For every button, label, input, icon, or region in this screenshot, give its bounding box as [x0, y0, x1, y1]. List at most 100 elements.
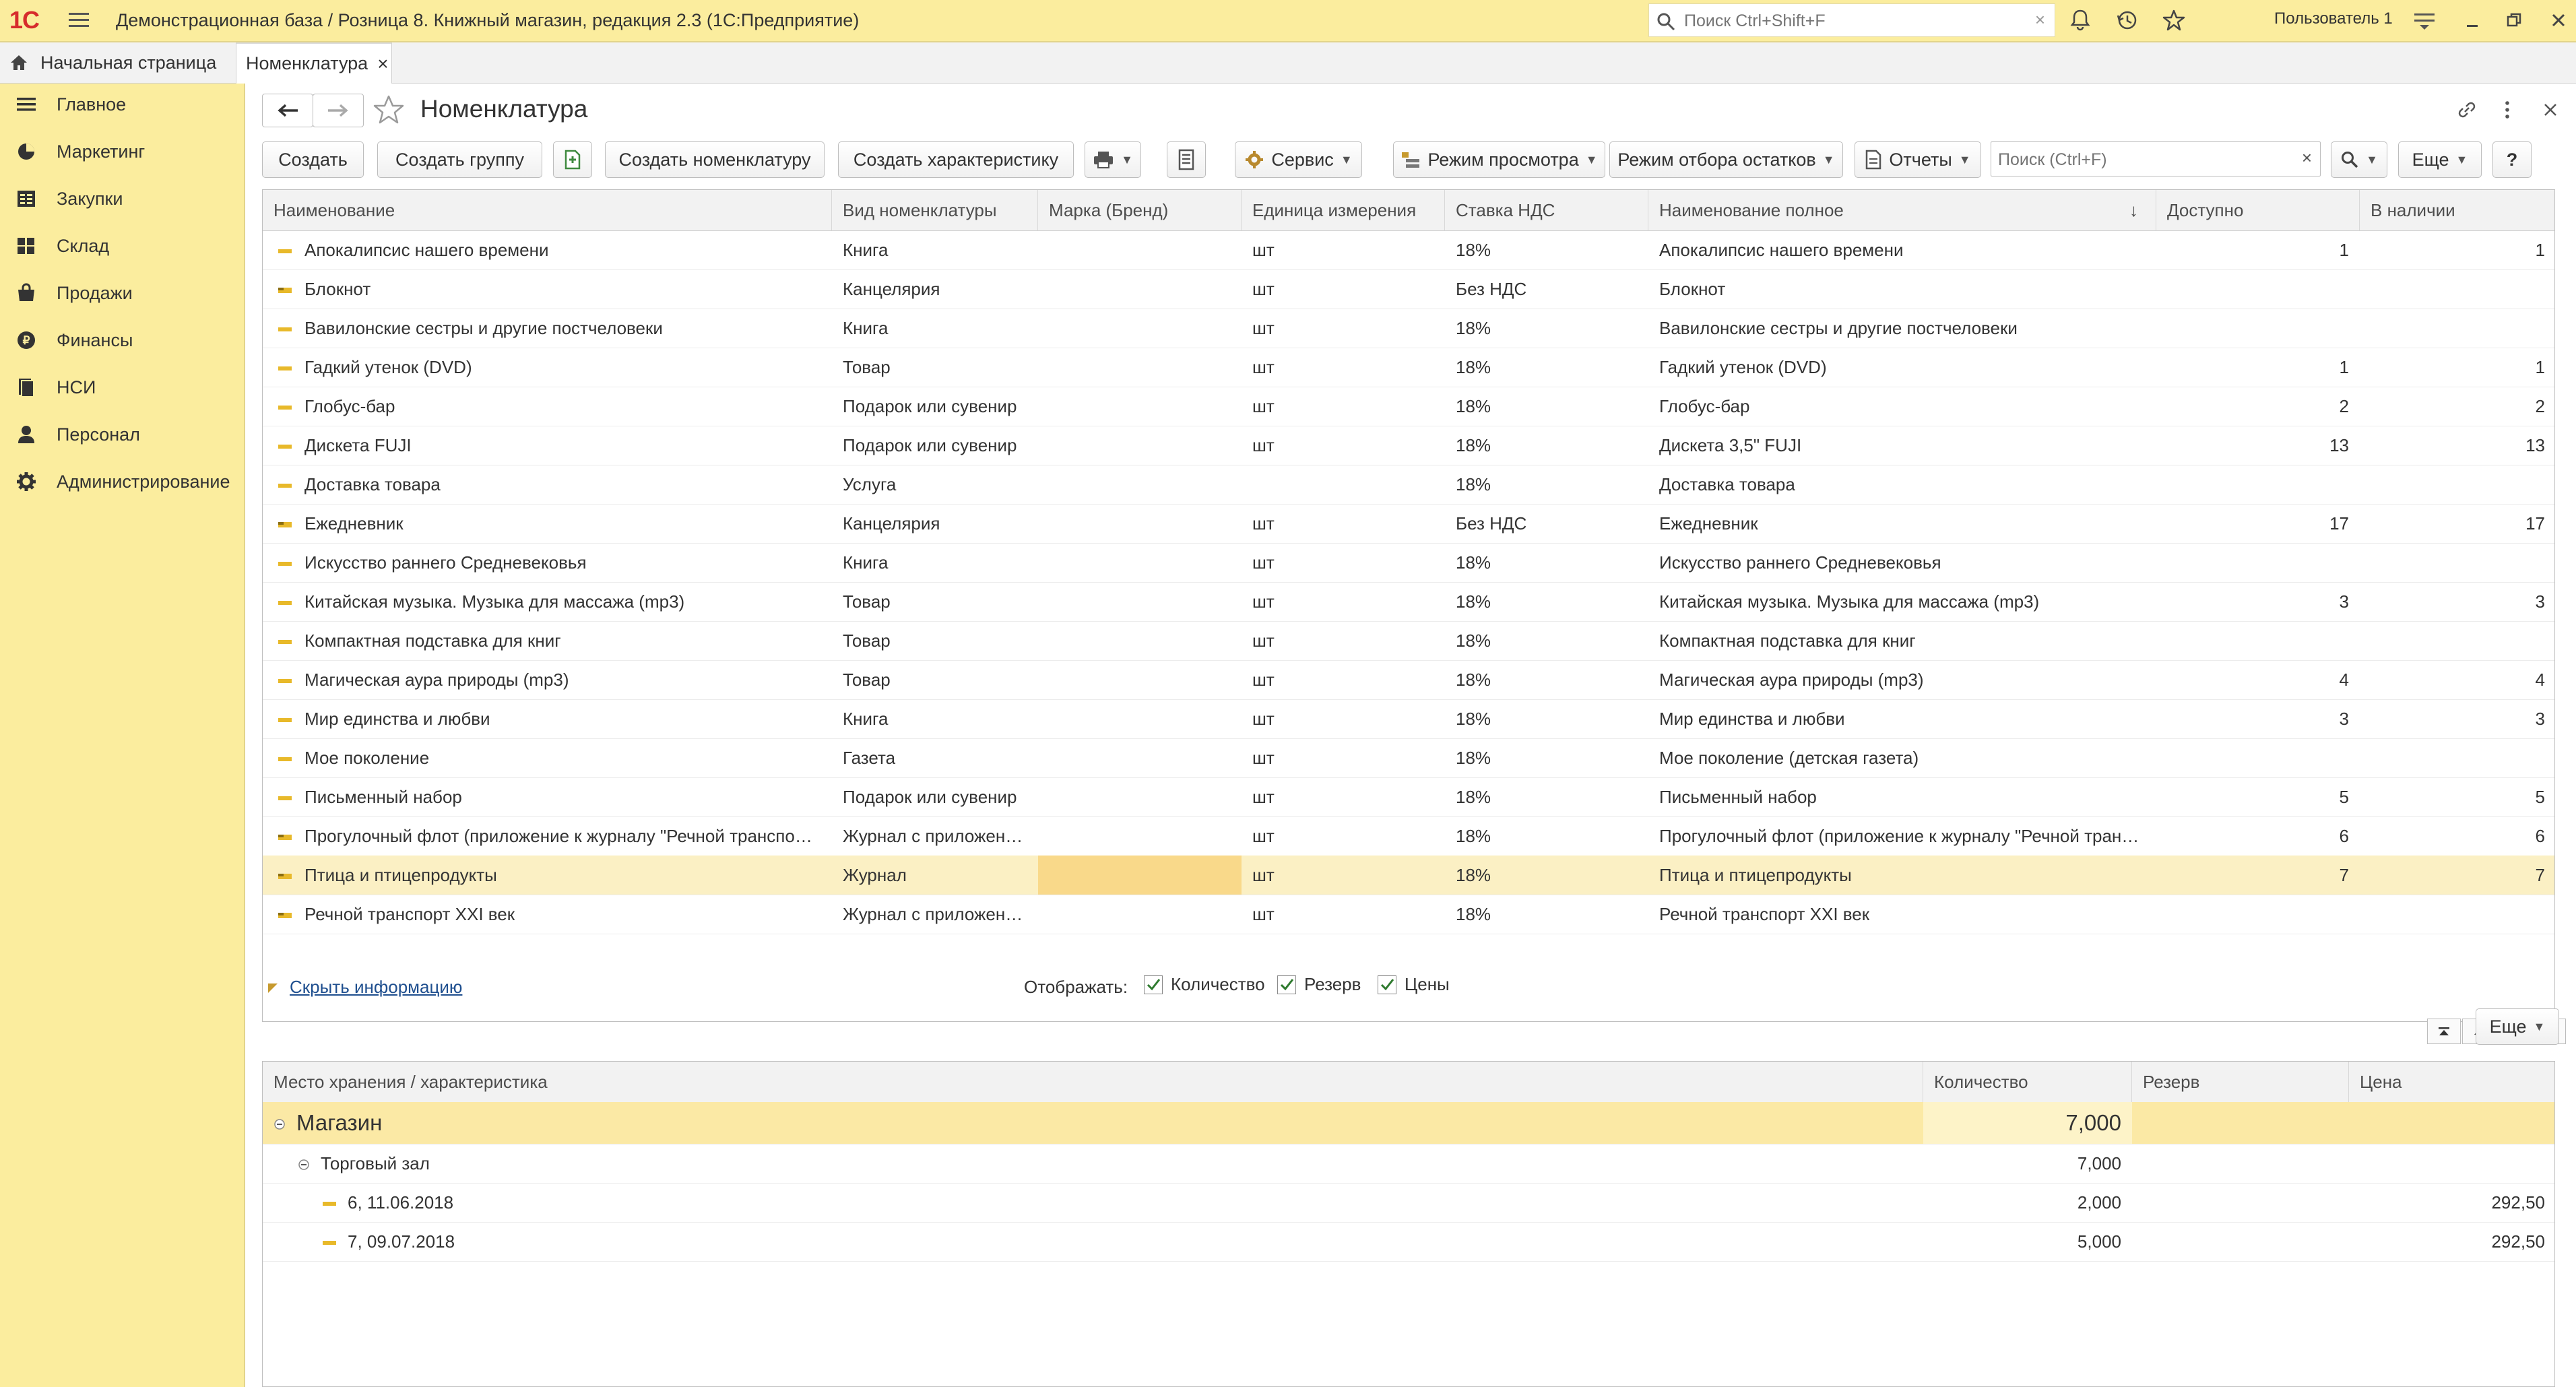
cell-kind[interactable]: Книга — [832, 309, 1038, 348]
cell-avail[interactable]: 2 — [2156, 387, 2360, 426]
view-mode-button[interactable]: Режим просмотра ▼ — [1393, 141, 1605, 178]
cell-brand[interactable] — [1038, 230, 1242, 269]
cell-full[interactable]: Мир единства и любви — [1648, 699, 2156, 738]
clear-icon[interactable]: × — [2035, 9, 2045, 30]
table-row[interactable]: Ежедневник Канцелярия шт Без НДС Ежедневник 1… — [263, 504, 2554, 544]
cell-unit[interactable]: шт — [1242, 504, 1445, 543]
cell-brand[interactable] — [1038, 816, 1242, 856]
cell-stock[interactable] — [2360, 738, 2554, 777]
column-header-unit[interactable]: Единица измерения — [1242, 190, 1445, 230]
cell-brand[interactable] — [1038, 309, 1242, 348]
cell-name[interactable]: Блокнот — [263, 269, 832, 309]
cell-kind[interactable]: Товар — [832, 660, 1038, 699]
hide-info-link[interactable]: Скрыть информацию — [267, 977, 462, 998]
minimize-icon[interactable] — [2464, 13, 2480, 30]
cell-reserve[interactable] — [2132, 1183, 2349, 1222]
cell-avail[interactable] — [2156, 309, 2360, 348]
cell-reserve[interactable] — [2132, 1222, 2349, 1261]
cell-vat[interactable]: 18% — [1445, 777, 1648, 816]
cell-reserve[interactable] — [2132, 1102, 2349, 1144]
cell-vat[interactable]: 18% — [1445, 230, 1648, 269]
cell-storage[interactable]: Магазин — [263, 1102, 1923, 1144]
cell-qty[interactable]: 2,000 — [1923, 1183, 2132, 1222]
cell-avail[interactable]: 1 — [2156, 230, 2360, 269]
stock-row[interactable]: 6, 11.06.2018 2,000 292,50 — [263, 1183, 2554, 1223]
cell-unit[interactable]: шт — [1242, 543, 1445, 582]
more-button[interactable]: Еще ▼ — [2398, 141, 2482, 178]
help-button[interactable]: ? — [2492, 141, 2532, 178]
cell-unit[interactable]: шт — [1242, 816, 1445, 856]
more-actions-icon[interactable] — [2502, 99, 2513, 121]
sidebar-item-administration[interactable]: Администрирование — [0, 461, 243, 502]
cell-brand[interactable] — [1038, 348, 1242, 387]
cell-name[interactable]: Китайская музыка. Музыка для массажа (mp… — [263, 582, 832, 621]
cell-full[interactable]: Прогулочный флот (приложение к журналу "… — [1648, 816, 2156, 856]
cell-kind[interactable]: Подарок или сувенир — [832, 387, 1038, 426]
cell-kind[interactable]: Товар — [832, 621, 1038, 660]
cell-brand[interactable] — [1038, 543, 1242, 582]
cell-kind[interactable]: Услуга — [832, 465, 1038, 504]
column-header-storage[interactable]: Место хранения / характеристика — [263, 1062, 1923, 1102]
cell-stock[interactable]: 1 — [2360, 230, 2554, 269]
cell-brand[interactable] — [1038, 738, 1242, 777]
cell-brand[interactable] — [1038, 387, 1242, 426]
column-header-kind[interactable]: Вид номенклатуры — [832, 190, 1038, 230]
nomenclature-table[interactable]: Наименование Вид номенклатуры Марка (Бре… — [262, 189, 2555, 1022]
cell-full[interactable]: Китайская музыка. Музыка для массажа (mp… — [1648, 582, 2156, 621]
add-favorite-star-icon[interactable] — [373, 94, 404, 125]
sidebar-item-personnel[interactable]: Персонал — [0, 414, 243, 455]
cell-unit[interactable]: шт — [1242, 426, 1445, 465]
cell-stock[interactable]: 17 — [2360, 504, 2554, 543]
cell-avail[interactable] — [2156, 465, 2360, 504]
cell-kind[interactable]: Канцелярия — [832, 269, 1038, 309]
favorites-star-icon[interactable] — [2162, 9, 2185, 32]
sidebar-item-warehouse[interactable]: Склад — [0, 226, 243, 266]
cell-full[interactable]: Ежедневник — [1648, 504, 2156, 543]
sidebar-item-purchases[interactable]: Закупки — [0, 179, 243, 219]
cell-avail[interactable]: 3 — [2156, 582, 2360, 621]
table-row[interactable]: Письменный набор Подарок или сувенир шт 18%… — [263, 777, 2554, 817]
user-name[interactable]: Пользователь 1 — [2274, 9, 2393, 28]
stock-filter-mode-button[interactable]: Режим отбора остатков ▼ — [1609, 141, 1843, 178]
back-button[interactable] — [262, 94, 313, 127]
cell-avail[interactable] — [2156, 738, 2360, 777]
close-window-icon[interactable] — [2550, 12, 2567, 28]
cell-kind[interactable]: Журнал — [832, 856, 1038, 895]
cell-brand[interactable] — [1038, 895, 1242, 934]
cell-name[interactable]: Вавилонские сестры и другие постчеловеки — [263, 309, 832, 348]
cell-vat[interactable]: 18% — [1445, 856, 1648, 895]
settings-menu-icon[interactable] — [2413, 11, 2436, 31]
cell-full[interactable]: Дискета 3,5" FUJI — [1648, 426, 2156, 465]
cell-qty[interactable]: 7,000 — [1923, 1102, 2132, 1144]
cell-vat[interactable]: 18% — [1445, 543, 1648, 582]
history-icon[interactable] — [2116, 9, 2139, 32]
cell-kind[interactable]: Подарок или сувенир — [832, 426, 1038, 465]
restore-window-icon[interactable] — [2506, 12, 2522, 28]
cell-kind[interactable]: Книга — [832, 230, 1038, 269]
stock-more-button[interactable]: Еще ▼ — [2476, 1008, 2559, 1045]
cell-kind[interactable]: Журнал с приложением — [832, 895, 1038, 934]
table-row[interactable]: Китайская музыка. Музыка для массажа (mp… — [263, 582, 2554, 622]
cell-price[interactable]: 292,50 — [2349, 1183, 2554, 1222]
create-characteristic-button[interactable]: Создать характеристику — [838, 141, 1074, 178]
cell-unit[interactable]: шт — [1242, 582, 1445, 621]
column-header-vat[interactable]: Ставка НДС — [1445, 190, 1648, 230]
forward-button[interactable] — [313, 94, 364, 127]
cell-full[interactable]: Компактная подставка для книг — [1648, 621, 2156, 660]
column-header-name[interactable]: Наименование — [263, 190, 832, 230]
cell-avail[interactable]: 3 — [2156, 699, 2360, 738]
cell-vat[interactable]: Без НДС — [1445, 504, 1648, 543]
list-search[interactable]: × — [1991, 141, 2321, 176]
cell-stock[interactable]: 3 — [2360, 582, 2554, 621]
cell-full[interactable]: Магическая аура природы (mp3) — [1648, 660, 2156, 699]
table-row[interactable]: Доставка товара Услуга 18% Доставка товара — [263, 465, 2554, 505]
cell-vat[interactable]: 18% — [1445, 738, 1648, 777]
cell-brand[interactable] — [1038, 777, 1242, 816]
cell-name[interactable]: Мое поколение — [263, 738, 832, 777]
cell-avail[interactable]: 6 — [2156, 816, 2360, 856]
cell-vat[interactable]: 18% — [1445, 699, 1648, 738]
cell-avail[interactable] — [2156, 621, 2360, 660]
cell-avail[interactable]: 7 — [2156, 856, 2360, 895]
cell-stock[interactable]: 3 — [2360, 699, 2554, 738]
reserve-checkbox[interactable]: Резерв — [1277, 974, 1361, 995]
